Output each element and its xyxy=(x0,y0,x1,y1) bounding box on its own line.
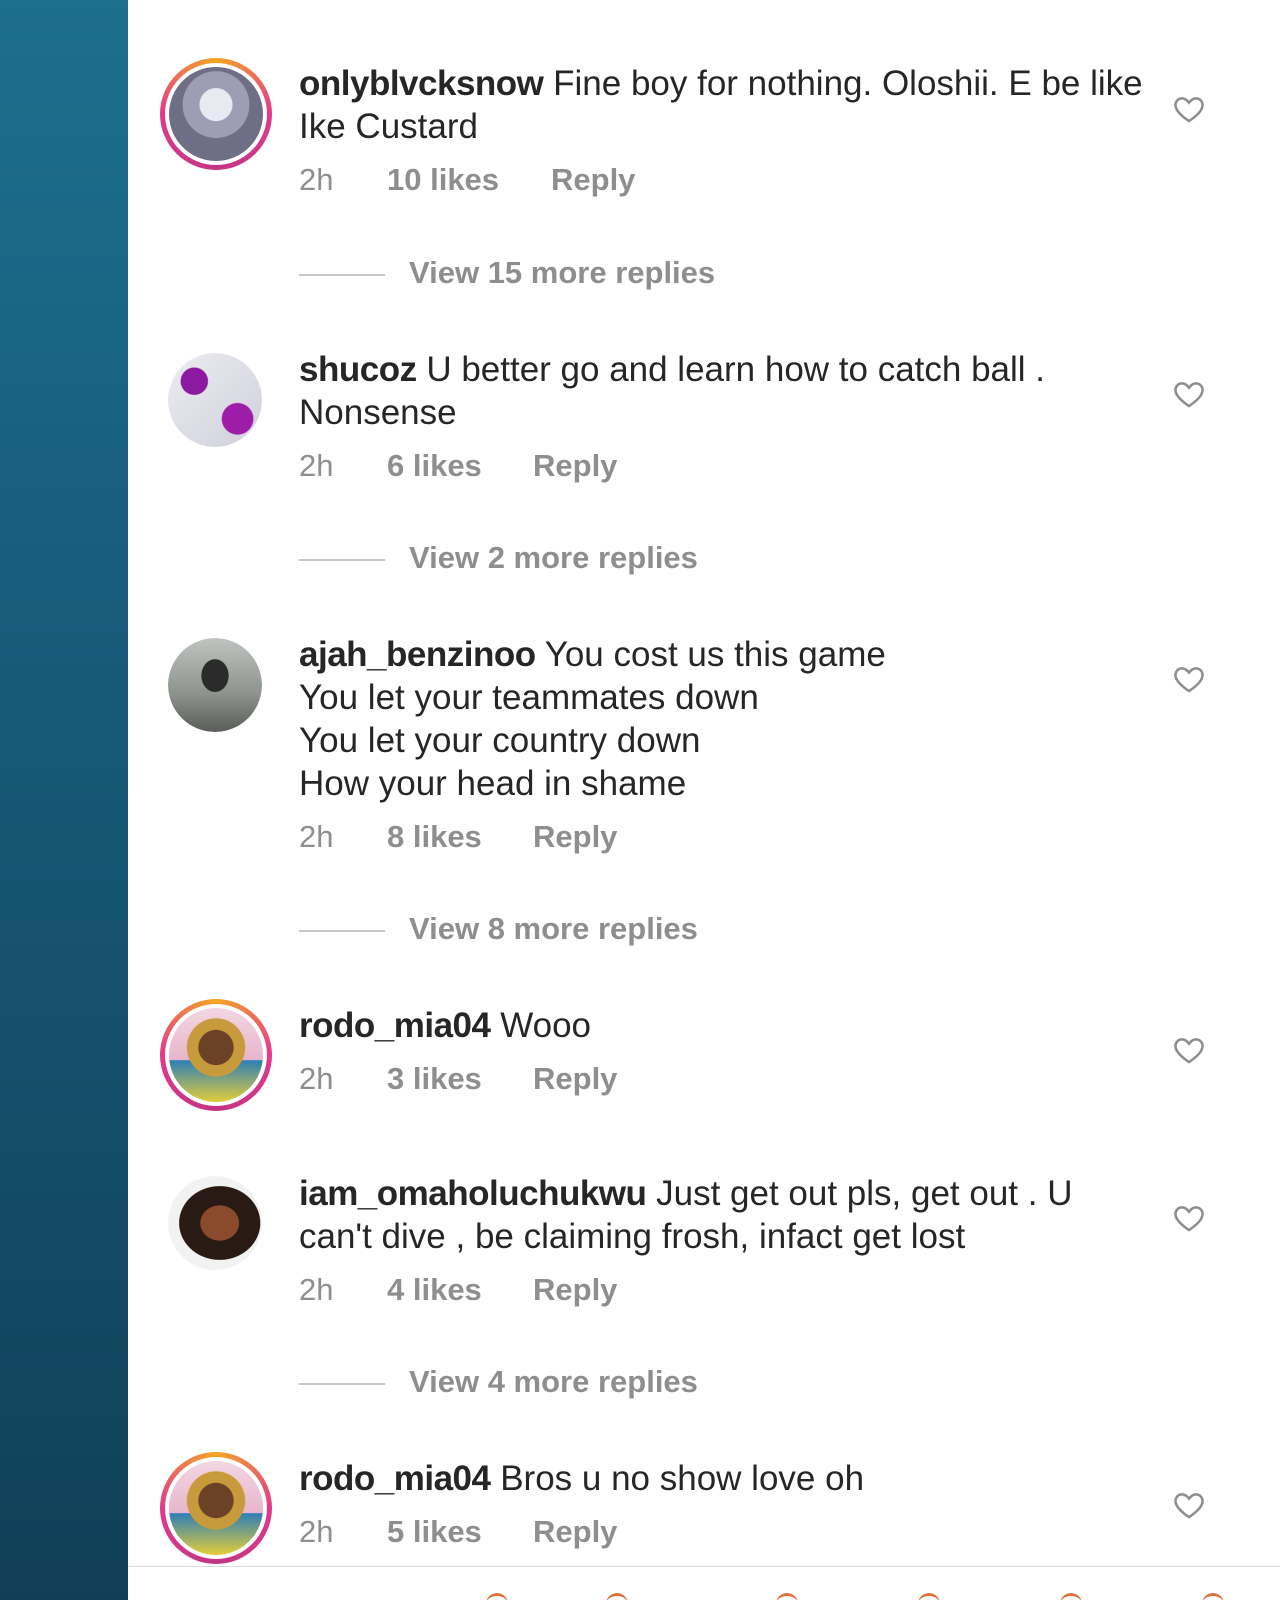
reply-button[interactable]: Reply xyxy=(533,1061,617,1097)
comment-meta: 2h 8 likes Reply xyxy=(299,819,1189,859)
avatar-photo xyxy=(169,1008,263,1102)
heart-outline-icon[interactable] xyxy=(1172,1033,1206,1067)
partial-icon xyxy=(776,1593,798,1600)
avatar[interactable] xyxy=(160,58,272,170)
partial-icon xyxy=(486,1593,508,1600)
comment-body: iam_omaholuchukwu Just get out pls, get … xyxy=(299,1172,1189,1312)
comment-likes[interactable]: 8 likes xyxy=(387,819,482,855)
avatar[interactable] xyxy=(160,1452,272,1564)
view-more-replies-label: View 2 more replies xyxy=(409,540,698,575)
comment-likes[interactable]: 5 likes xyxy=(387,1514,482,1550)
comment-meta: 2h 6 likes Reply xyxy=(299,448,1189,488)
comment-body: onlyblvcksnow Fine boy for nothing. Olos… xyxy=(299,62,1189,202)
heart-outline-icon[interactable] xyxy=(1172,1201,1206,1235)
avatar-photo xyxy=(169,1461,263,1555)
view-more-replies-button[interactable]: View 8 more replies xyxy=(299,911,899,951)
partial-icon xyxy=(1060,1593,1082,1600)
comment-username[interactable]: onlyblvcksnow xyxy=(299,64,544,103)
heart-outline-icon[interactable] xyxy=(1172,1488,1206,1522)
reply-button[interactable]: Reply xyxy=(533,819,617,855)
comment-time: 2h xyxy=(299,1061,334,1096)
partial-icon xyxy=(918,1593,940,1600)
comment-meta: 2h 3 likes Reply xyxy=(299,1061,1189,1101)
view-more-replies-button[interactable]: View 15 more replies xyxy=(299,255,899,295)
view-more-replies-label: View 15 more replies xyxy=(409,255,716,290)
divider-line xyxy=(299,930,385,932)
comment-likes[interactable]: 6 likes xyxy=(387,448,482,484)
heart-outline-icon[interactable] xyxy=(1172,662,1206,696)
comment-time: 2h xyxy=(299,448,334,483)
avatar[interactable] xyxy=(168,1176,262,1270)
avatar-photo xyxy=(168,1176,262,1270)
avatar[interactable] xyxy=(168,638,262,732)
comment-username[interactable]: rodo_mia04 xyxy=(299,1006,491,1045)
avatar-photo xyxy=(168,353,262,447)
screenshot-stage: onlyblvcksnow Fine boy for nothing. Olos… xyxy=(0,0,1280,1600)
partial-icon xyxy=(606,1593,628,1600)
avatar-photo xyxy=(169,67,263,161)
comment-time: 2h xyxy=(299,1514,334,1549)
comment-text: Wooo xyxy=(500,1006,592,1045)
reply-button[interactable]: Reply xyxy=(533,1514,617,1550)
view-more-replies-label: View 8 more replies xyxy=(409,911,698,946)
comment-username[interactable]: shucoz xyxy=(299,350,417,389)
view-more-replies-button[interactable]: View 4 more replies xyxy=(299,1364,899,1404)
comment-body: rodo_mia04 Bros u no show love oh 2h 5 l… xyxy=(299,1457,1189,1554)
reply-button[interactable]: Reply xyxy=(533,1272,617,1308)
divider-line xyxy=(299,559,385,561)
reply-button[interactable]: Reply xyxy=(551,162,635,198)
bottom-bar xyxy=(128,1566,1280,1600)
view-more-replies-label: View 4 more replies xyxy=(409,1364,698,1399)
comment-likes[interactable]: 4 likes xyxy=(387,1272,482,1308)
partial-icon xyxy=(1202,1593,1224,1600)
heart-outline-icon[interactable] xyxy=(1172,92,1206,126)
comment-time: 2h xyxy=(299,1272,334,1307)
comment-body: rodo_mia04 Wooo 2h 3 likes Reply xyxy=(299,1004,1189,1101)
avatar[interactable] xyxy=(168,353,262,447)
comment-username[interactable]: ajah_benzinoo xyxy=(299,635,536,674)
comment-time: 2h xyxy=(299,162,334,197)
divider-line xyxy=(299,1383,385,1385)
comment-username[interactable]: iam_omaholuchukwu xyxy=(299,1174,647,1213)
heart-outline-icon[interactable] xyxy=(1172,377,1206,411)
comment-likes[interactable]: 10 likes xyxy=(387,162,499,198)
background-gradient xyxy=(0,0,128,1600)
comment-body: shucoz U better go and learn how to catc… xyxy=(299,348,1189,488)
comment-username[interactable]: rodo_mia04 xyxy=(299,1459,491,1498)
avatar[interactable] xyxy=(160,999,272,1111)
divider-line xyxy=(299,274,385,276)
comment-body: ajah_benzinoo You cost us this game You … xyxy=(299,633,1189,859)
comment-time: 2h xyxy=(299,819,334,854)
comment-meta: 2h 5 likes Reply xyxy=(299,1514,1189,1554)
avatar-photo xyxy=(168,638,262,732)
view-more-replies-button[interactable]: View 2 more replies xyxy=(299,540,899,580)
comment-meta: 2h 4 likes Reply xyxy=(299,1272,1189,1312)
comment-text: Bros u no show love oh xyxy=(500,1459,865,1498)
comment-meta: 2h 10 likes Reply xyxy=(299,162,1189,202)
comment-likes[interactable]: 3 likes xyxy=(387,1061,482,1097)
reply-button[interactable]: Reply xyxy=(533,448,617,484)
